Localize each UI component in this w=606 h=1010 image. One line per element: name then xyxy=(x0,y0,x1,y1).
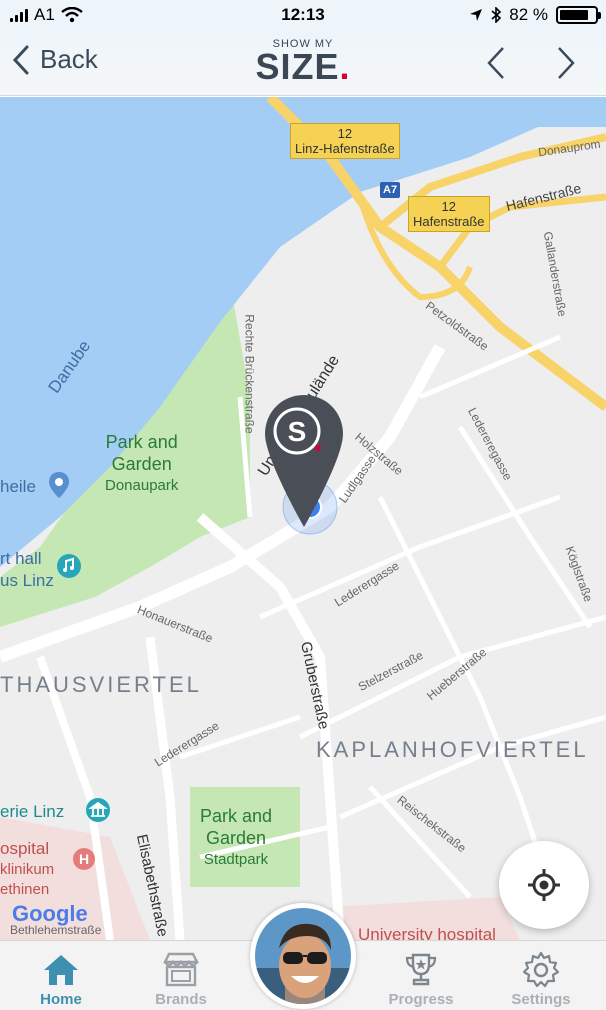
park-label-donaupark: Park and Garden Donaupark xyxy=(105,432,179,494)
tab-settings[interactable]: Settings xyxy=(486,949,596,1008)
poi-label: klinikum xyxy=(0,861,55,878)
map-view[interactable]: 12 Linz-Hafenstraße A7 12 Hafenstraße Do… xyxy=(0,97,606,940)
poi-label: erie Linz xyxy=(0,802,65,821)
poi-label: us Linz xyxy=(0,571,54,590)
status-bar: A1 12:13 82 % xyxy=(0,0,606,32)
poi-label: rt hall xyxy=(0,549,42,568)
poi-label: University hospital xyxy=(358,925,496,940)
location-arrow-icon xyxy=(470,9,483,21)
home-icon xyxy=(44,955,78,985)
bluetooth-icon xyxy=(491,7,502,23)
road-sign-linz-hafenstrasse: 12 Linz-Hafenstraße xyxy=(290,123,400,159)
highway-badge: A7 xyxy=(380,182,401,198)
tab-brands-label: Brands xyxy=(155,991,207,1008)
tab-progress[interactable]: Progress xyxy=(366,949,476,1008)
marker-letter: S xyxy=(288,416,307,447)
road-sign-hafenstrasse: 12 Hafenstraße xyxy=(408,196,490,232)
battery-icon xyxy=(556,6,601,24)
map-pin-icon xyxy=(49,472,69,498)
poi-label: ethinen xyxy=(0,881,50,898)
gear-icon xyxy=(522,951,560,988)
park-label-stadtpark: Park and Garden Stadtpark xyxy=(200,806,273,868)
navigation-bar: Back SHOW MY SIZE. xyxy=(0,32,606,96)
tab-settings-label: Settings xyxy=(511,991,571,1008)
museum-icon xyxy=(86,798,110,822)
trophy-icon xyxy=(405,953,437,986)
battery-percent: 82 % xyxy=(509,5,548,24)
brand-marker-icon[interactable]: S xyxy=(263,393,345,529)
crosshair-icon xyxy=(528,869,560,901)
next-button[interactable] xyxy=(556,46,576,80)
svg-text:H: H xyxy=(79,851,89,867)
street-label: Rechte Brückenstraße xyxy=(242,314,257,434)
tab-home[interactable]: Home xyxy=(6,949,116,1008)
tab-brands[interactable]: Brands xyxy=(126,949,236,1008)
poi-label: ospital xyxy=(0,839,50,858)
district-label: THAUSVIERTEL xyxy=(0,672,202,697)
music-icon xyxy=(57,554,81,578)
logo-big-text: SIZE xyxy=(255,46,340,87)
logo-dot: . xyxy=(339,46,351,87)
tab-progress-label: Progress xyxy=(388,991,454,1008)
profile-avatar-button[interactable] xyxy=(250,903,356,1009)
tab-home-label: Home xyxy=(40,991,82,1008)
store-icon xyxy=(163,952,199,987)
avatar xyxy=(255,908,351,1004)
district-label: KAPLANHOFVIERTEL xyxy=(316,737,589,762)
hospital-icon: H xyxy=(73,848,95,870)
recenter-button[interactable] xyxy=(499,841,589,929)
poi-label: heile xyxy=(0,477,36,496)
google-logo: Google xyxy=(12,901,88,926)
previous-button[interactable] xyxy=(486,46,506,80)
